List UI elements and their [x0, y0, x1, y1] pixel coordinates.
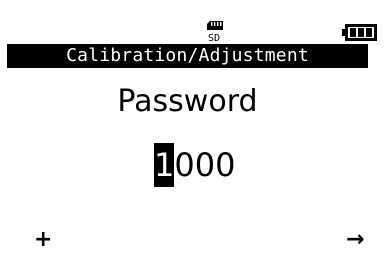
sd-label: SD: [208, 33, 220, 43]
screen-title: Calibration/Adjustment: [7, 44, 368, 68]
next-digit-softkey[interactable]: →: [346, 227, 364, 253]
password-prompt-label: Password: [117, 84, 258, 119]
sd-card-icon: SD: [207, 21, 223, 43]
password-entry-field[interactable]: 1000: [154, 143, 235, 187]
password-digit[interactable]: 0: [174, 143, 194, 187]
password-digit[interactable]: 0: [195, 143, 215, 187]
battery-full-icon: [342, 24, 377, 41]
password-digit[interactable]: 1: [154, 143, 175, 187]
increment-softkey[interactable]: +: [34, 227, 52, 253]
device-screen: SD Calibration/Adjustment Password 1000 …: [7, 0, 381, 264]
password-digit[interactable]: 0: [215, 143, 235, 187]
